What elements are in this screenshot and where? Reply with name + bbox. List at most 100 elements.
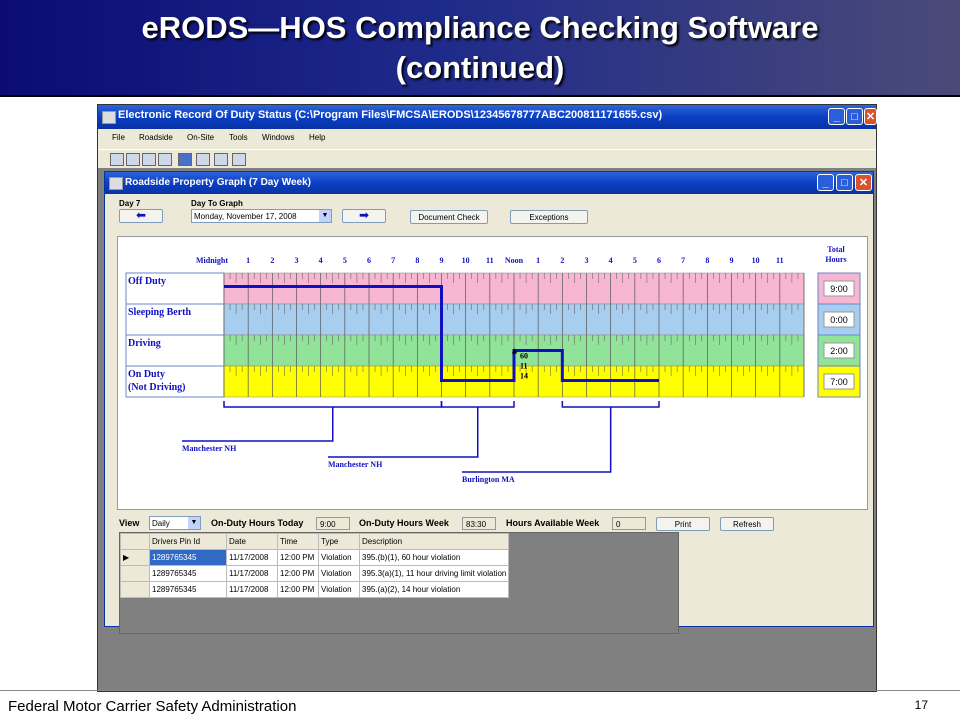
hour-label: 3 bbox=[585, 256, 589, 265]
document-check-button[interactable]: Document Check bbox=[410, 210, 488, 224]
cell-time[interactable]: 12:00 PM bbox=[277, 581, 319, 598]
cell-date[interactable]: 11/17/2008 bbox=[226, 581, 278, 598]
hour-label: 9 bbox=[730, 256, 734, 265]
chart-icon[interactable] bbox=[196, 153, 210, 166]
location-label: Manchester NH bbox=[182, 444, 237, 453]
violations-grid: Drivers Pin Id Date Time Type Descriptio… bbox=[119, 532, 679, 634]
hour-label: 10 bbox=[462, 256, 470, 265]
next-day-button[interactable]: ➡ bbox=[342, 209, 386, 223]
hour-label: 4 bbox=[319, 256, 323, 265]
violation-label: 11 bbox=[520, 362, 528, 371]
view-select[interactable]: Daily ▼ bbox=[149, 516, 201, 530]
cell-date[interactable]: 11/17/2008 bbox=[226, 549, 278, 566]
menu-tools[interactable]: Tools bbox=[229, 133, 248, 142]
row-selector[interactable] bbox=[120, 581, 150, 598]
menu-on-site[interactable]: On-Site bbox=[187, 133, 214, 142]
hour-label: 11 bbox=[486, 256, 494, 265]
report-icon[interactable] bbox=[214, 153, 228, 166]
calendar-icon[interactable] bbox=[178, 153, 192, 166]
on-duty-today-value: 9:00 bbox=[316, 517, 350, 530]
col-header-date[interactable]: Date bbox=[226, 533, 278, 550]
graph-window-titlebar: Roadside Property Graph (7 Day Week) _ □… bbox=[105, 172, 873, 194]
cell-pin[interactable]: 1289765345 bbox=[149, 581, 227, 598]
cell-time[interactable]: 12:00 PM bbox=[277, 565, 319, 582]
total-hours-value: 7:00 bbox=[830, 377, 848, 387]
hour-label: 1 bbox=[536, 256, 540, 265]
exceptions-button[interactable]: Exceptions bbox=[510, 210, 588, 224]
page-number: 17 bbox=[914, 698, 928, 712]
hour-label: 2 bbox=[270, 256, 274, 265]
cell-type[interactable]: Violation bbox=[318, 581, 360, 598]
on-duty-week-label: On-Duty Hours Week bbox=[359, 518, 449, 528]
close-icon[interactable]: ✕ bbox=[864, 108, 877, 125]
cell-type[interactable]: Violation bbox=[318, 549, 360, 566]
table-row[interactable]: ▶ 1289765345 11/17/2008 12:00 PM Violati… bbox=[120, 549, 510, 566]
cell-pin[interactable]: 1289765345 bbox=[149, 549, 227, 566]
cell-pin[interactable]: 1289765345 bbox=[149, 565, 227, 582]
child-close-icon[interactable]: ✕ bbox=[855, 174, 872, 191]
slide-title-line1: eRODS—HOS Compliance Checking Software bbox=[141, 10, 819, 45]
menu-roadside[interactable]: Roadside bbox=[139, 133, 173, 142]
location-bracket bbox=[440, 401, 515, 408]
app-icon bbox=[102, 111, 116, 124]
print-button[interactable]: Print bbox=[656, 517, 710, 531]
menu-help[interactable]: Help bbox=[309, 133, 325, 142]
hour-label: 6 bbox=[657, 256, 661, 265]
hour-label: Noon bbox=[505, 256, 524, 265]
slide-title: eRODS—HOS Compliance Checking Software (… bbox=[0, 8, 960, 88]
on-duty-today-label: On-Duty Hours Today bbox=[211, 518, 304, 528]
location-leader-line bbox=[182, 407, 334, 442]
form-icon[interactable] bbox=[158, 153, 172, 166]
minimize-icon[interactable]: _ bbox=[828, 108, 845, 125]
duty-graph-svg: Midnight 1 2 3 4 5 6 7 8 9 10 11 Noon 1 2 3 4 5 6 7 8 9 10 11 To… bbox=[125, 245, 861, 484]
hours-available-value: 0 bbox=[612, 517, 646, 530]
cell-date[interactable]: 11/17/2008 bbox=[226, 565, 278, 582]
row-selector[interactable] bbox=[120, 565, 150, 582]
graph-window-icon bbox=[109, 177, 123, 190]
menu-windows[interactable]: Windows bbox=[262, 133, 294, 142]
table-row[interactable]: 1289765345 11/17/2008 12:00 PM Violation… bbox=[120, 565, 510, 582]
day-to-graph-select[interactable]: Monday, November 17, 2008 ▼ bbox=[191, 209, 332, 223]
location-bracket bbox=[223, 401, 443, 408]
refresh-button[interactable]: Refresh bbox=[720, 517, 774, 531]
app-title: Electronic Record Of Duty Status (C:\Pro… bbox=[118, 109, 663, 121]
cell-time[interactable]: 12:00 PM bbox=[277, 549, 319, 566]
maximize-icon[interactable]: □ bbox=[846, 108, 863, 125]
car-icon[interactable] bbox=[142, 153, 156, 166]
col-header-pin[interactable]: Drivers Pin Id bbox=[149, 533, 227, 550]
total-hours-label: Hours bbox=[825, 255, 846, 264]
hour-label: 7 bbox=[391, 256, 395, 265]
location-bracket bbox=[561, 401, 660, 408]
row-header-corner bbox=[120, 533, 150, 550]
hour-label: 8 bbox=[415, 256, 419, 265]
col-header-description[interactable]: Description bbox=[358, 533, 510, 550]
location-label: Burlington MA bbox=[462, 475, 515, 484]
hour-label: 10 bbox=[752, 256, 760, 265]
total-hours-label: Total bbox=[827, 245, 845, 254]
bus-icon[interactable] bbox=[126, 153, 140, 166]
print-icon[interactable] bbox=[232, 153, 246, 166]
hour-label: 8 bbox=[705, 256, 709, 265]
col-header-time[interactable]: Time bbox=[277, 533, 319, 550]
child-minimize-icon[interactable]: _ bbox=[817, 174, 834, 191]
prev-day-button[interactable]: ⬅ bbox=[119, 209, 163, 223]
location-label: Manchester NH bbox=[328, 460, 383, 469]
violations-table: Drivers Pin Id Date Time Type Descriptio… bbox=[120, 533, 510, 598]
menu-file[interactable]: File bbox=[112, 133, 125, 142]
app-window: Electronic Record Of Duty Status (C:\Pro… bbox=[97, 104, 877, 692]
cell-type[interactable]: Violation bbox=[318, 565, 360, 582]
hour-label: 1 bbox=[246, 256, 250, 265]
table-row[interactable]: 1289765345 11/17/2008 12:00 PM Violation… bbox=[120, 581, 510, 598]
cell-description[interactable]: 395.(a)(2), 14 hour violation bbox=[358, 581, 510, 598]
location-leader-line bbox=[328, 407, 479, 458]
row-selector-icon[interactable]: ▶ bbox=[120, 549, 150, 566]
child-maximize-icon[interactable]: □ bbox=[836, 174, 853, 191]
truck-icon[interactable] bbox=[110, 153, 124, 166]
cell-description[interactable]: 395.(b)(1), 60 hour violation bbox=[358, 549, 510, 566]
hour-label: 9 bbox=[440, 256, 444, 265]
col-header-type[interactable]: Type bbox=[318, 533, 360, 550]
row-label: Sleeping Berth bbox=[128, 307, 191, 318]
cell-description[interactable]: 395.3(a)(1), 11 hour driving limit viola… bbox=[358, 565, 510, 582]
location-leader-line bbox=[462, 407, 612, 473]
hour-label: 2 bbox=[560, 256, 564, 265]
